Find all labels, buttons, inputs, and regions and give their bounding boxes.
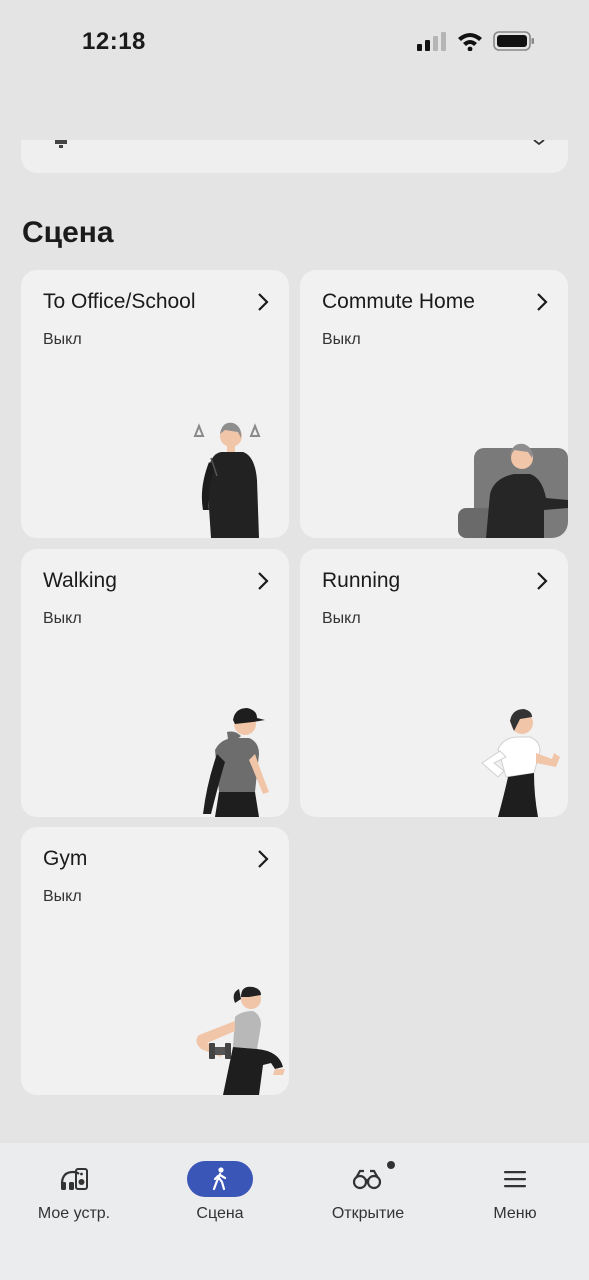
wifi-icon (458, 33, 482, 51)
chevron-right-icon (537, 293, 548, 311)
scene-status: Выкл (43, 331, 82, 348)
chevron-right-icon (537, 572, 548, 590)
tab-label: Меню (493, 1205, 537, 1222)
status-time: 12:18 (82, 28, 146, 55)
tab-discover[interactable]: Открытие (303, 1161, 433, 1223)
scene-title: Walking (43, 569, 117, 592)
scene-title: Running (322, 569, 401, 592)
chevron-right-icon (258, 293, 269, 311)
partial-icon (55, 140, 67, 148)
scene-title: Gym (43, 847, 88, 870)
tab-label: Мое устр. (37, 1205, 111, 1222)
headphones-speaker-icon (60, 1168, 88, 1190)
scene-card-office[interactable]: To Office/School Выкл (21, 270, 289, 538)
scene-card-commute-home[interactable]: Commute Home Выкл (300, 270, 568, 538)
tab-scene[interactable]: Сцена (155, 1161, 285, 1223)
commuter-seated-illustration (458, 443, 568, 538)
status-icons (417, 30, 535, 52)
gym-workout-illustration (196, 986, 285, 1095)
binoculars-icon (352, 1169, 382, 1190)
chevron-right-icon (258, 850, 269, 868)
tab-label: Открытие (331, 1205, 405, 1222)
walker-illustration (203, 708, 269, 817)
battery-icon (493, 31, 534, 51)
tab-my-devices[interactable]: Мое устр. (9, 1161, 139, 1223)
scene-card-walking[interactable]: Walking Выкл (21, 549, 289, 817)
active-tab-indicator (187, 1161, 253, 1197)
chevron-down-icon (533, 140, 545, 146)
scene-card-gym[interactable]: Gym Выкл (21, 827, 289, 1095)
walking-person-icon (212, 1167, 227, 1191)
cellular-signal-icon (417, 32, 446, 51)
scene-status: Выкл (322, 331, 361, 348)
scrolled-card-fragment[interactable] (21, 140, 568, 173)
scene-card-running[interactable]: Running Выкл (300, 549, 568, 817)
scene-title: To Office/School (43, 290, 196, 313)
hamburger-menu-icon (504, 1171, 526, 1188)
scene-status: Выкл (43, 610, 82, 627)
chevron-right-icon (258, 572, 269, 590)
bottom-tab-bar: Мое устр. Сцена Открытие Меню (0, 1143, 589, 1280)
scene-status: Выкл (322, 610, 361, 627)
notification-dot (387, 1161, 395, 1169)
section-title: Сцена (22, 216, 114, 249)
commuter-standing-illustration (193, 422, 261, 538)
scene-title: Commute Home (322, 290, 475, 313)
status-bar: 12:18 (0, 0, 589, 88)
tab-label: Сцена (196, 1205, 244, 1222)
runner-illustration (481, 709, 560, 817)
scene-status: Выкл (43, 888, 82, 905)
tab-menu[interactable]: Меню (450, 1161, 580, 1223)
